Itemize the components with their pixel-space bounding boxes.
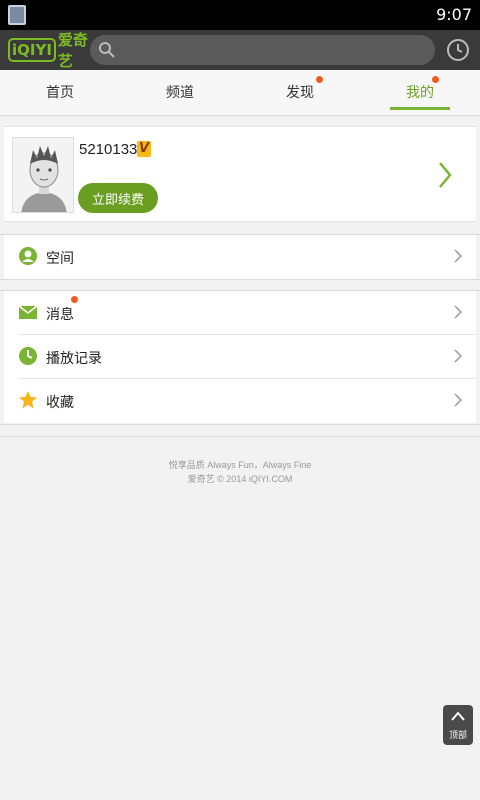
status-bar: 9:07 (0, 0, 480, 30)
star-icon (19, 391, 37, 409)
tab-label: 首页 (46, 85, 74, 101)
history-clock-icon[interactable] (446, 38, 470, 62)
tab-home[interactable]: 首页 (0, 70, 120, 115)
search-input[interactable] (120, 35, 420, 65)
menu-item-history[interactable]: 播放记录 (4, 335, 476, 379)
tab-discover[interactable]: 发现 (240, 70, 360, 115)
chevron-right-icon (454, 249, 462, 263)
tab-label: 我的 (406, 85, 434, 101)
tab-bar: 首页 频道 发现 我的 (0, 70, 480, 116)
iqiyi-logo[interactable]: iQIYI 爱奇艺 (8, 31, 88, 70)
divider (0, 436, 480, 437)
menu-label: 播放记录 (46, 351, 102, 367)
avatar[interactable] (12, 137, 74, 213)
menu-item-messages[interactable]: 消息 (4, 291, 476, 335)
vip-badge: V (137, 141, 151, 157)
divider (0, 424, 480, 425)
notification-icon (8, 5, 26, 25)
app-bar: iQIYI 爱奇艺 (0, 30, 480, 70)
renew-button[interactable]: 立即续费 (78, 183, 158, 213)
tab-mine[interactable]: 我的 (360, 70, 480, 115)
notification-dot (316, 76, 323, 83)
menu-label: 空间 (46, 251, 74, 267)
back-to-top-button[interactable]: 顶部 (443, 705, 473, 745)
divider (0, 279, 480, 280)
status-time: 9:07 (436, 5, 472, 24)
space-icon (19, 247, 37, 265)
profile-card[interactable]: 52101336 V 立即续费 (4, 126, 476, 222)
menu-label: 消息 (46, 307, 74, 323)
back-to-top-label: 顶部 (448, 731, 467, 741)
search-bar[interactable] (90, 35, 435, 65)
chevron-right-icon[interactable] (438, 161, 452, 189)
menu-label: 收藏 (46, 395, 74, 411)
active-tab-indicator (390, 107, 450, 110)
tab-label: 频道 (166, 85, 194, 101)
chevron-up-icon (451, 711, 465, 721)
logo-mark: iQIYI (8, 38, 56, 62)
logo-cn: 爱奇艺 (57, 31, 88, 70)
chevron-right-icon (454, 393, 462, 407)
username: 52101336 (79, 141, 146, 158)
menu-item-space[interactable]: 空间 (4, 235, 476, 279)
tab-label: 发现 (286, 85, 314, 101)
clock-icon (19, 347, 37, 365)
chevron-right-icon (454, 349, 462, 363)
menu-item-favorites[interactable]: 收藏 (4, 379, 476, 423)
search-icon (99, 42, 115, 58)
tab-channels[interactable]: 频道 (120, 70, 240, 115)
footer-copyright: 爱奇艺 © 2014 iQIYI.COM (187, 474, 293, 484)
notification-dot (71, 296, 78, 303)
notification-dot (432, 76, 439, 83)
chevron-right-icon (454, 305, 462, 319)
mail-icon (18, 305, 38, 319)
footer: 悦享品质 Always Fun，Always Fine 爱奇艺 © 2014 i… (0, 458, 480, 486)
footer-slogan: 悦享品质 Always Fun，Always Fine (168, 460, 312, 470)
avatar-icon (21, 146, 67, 212)
